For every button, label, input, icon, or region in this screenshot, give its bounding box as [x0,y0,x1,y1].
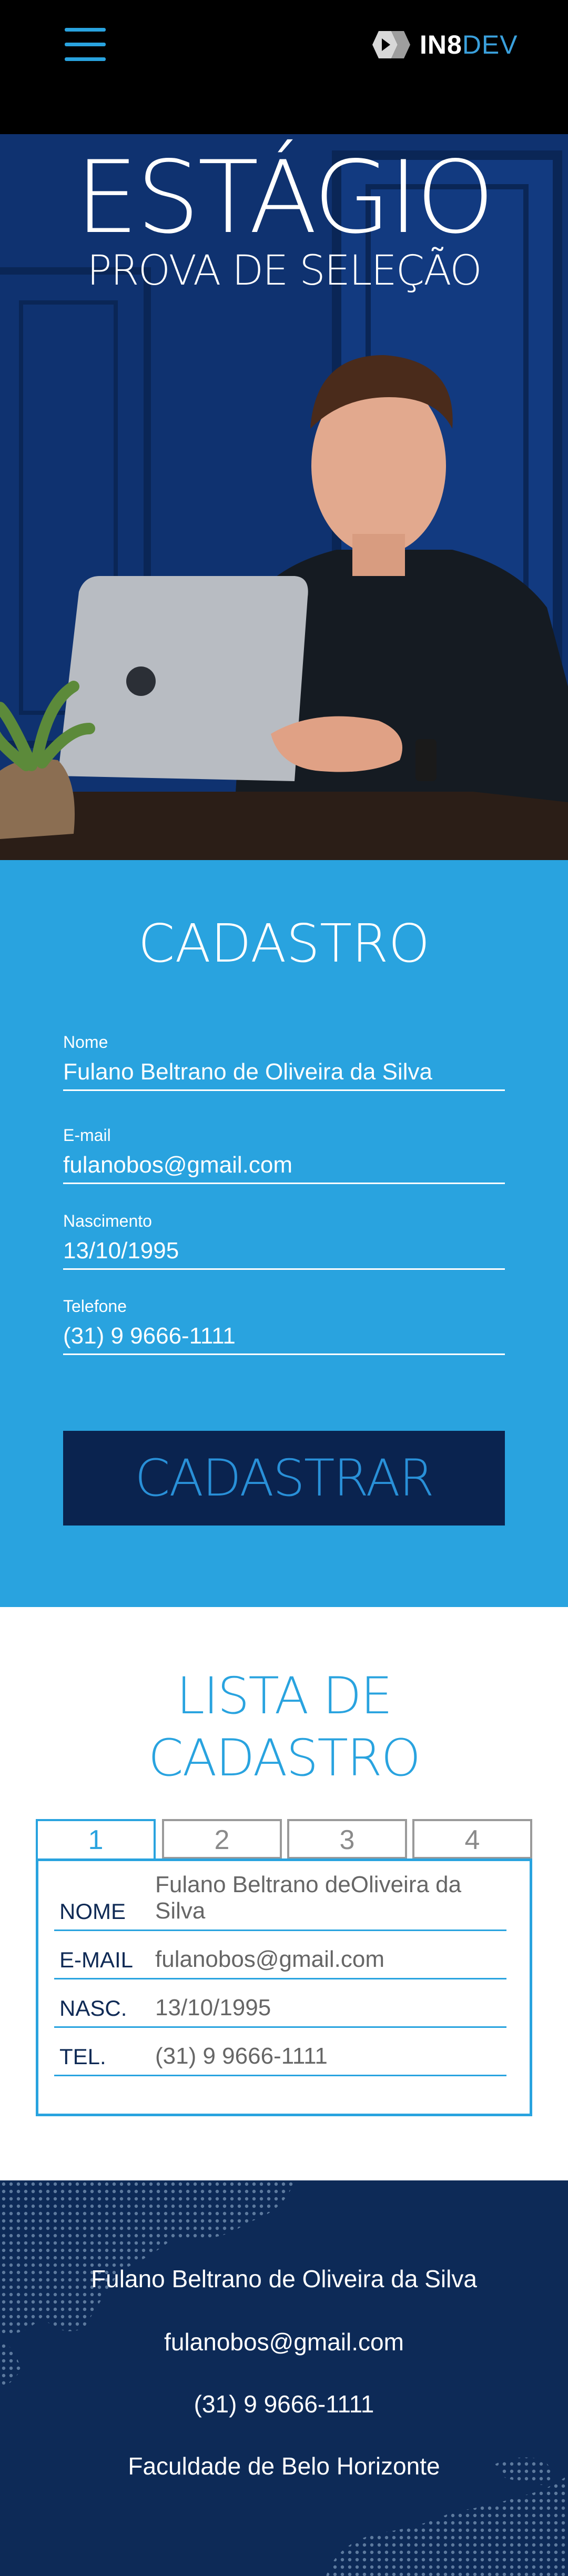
footer-name: Fulano Beltrano de Oliveira da Silva [91,2265,477,2292]
hero-banner: ESTÁGIO PROVA DE SELEÇÃO [0,134,568,860]
email-input[interactable] [63,1147,505,1184]
row-value: Fulano Beltrano deOliveira da Silva [155,1872,462,1924]
tab-1[interactable]: 1 [36,1819,156,1862]
record-row-birthdate: NASC. 13/10/1995 [54,1979,506,2028]
register-button[interactable]: CADASTRAR [63,1431,505,1526]
birthdate-field: Nascimento [63,1211,505,1270]
menu-line [65,57,106,61]
hero-title: ESTÁGIO [75,139,494,256]
row-label: E-MAIL [59,1947,134,1972]
top-bar: IN8DEV [0,0,568,134]
registration-title: CADASTRO [138,913,430,974]
field-label: Nascimento [63,1211,152,1230]
footer: Fulano Beltrano de Oliveira da Silva ful… [0,2180,568,2576]
tab-4[interactable]: 4 [412,1819,532,1859]
tab-3[interactable]: 3 [287,1819,407,1859]
registration-section: CADASTRO Nome E-mail Nascimento Telefone… [0,860,568,1607]
row-value: 13/10/1995 [155,1995,271,2021]
row-value: fulanobos@gmail.com [155,1946,384,1972]
logo-text: IN8DEV [420,30,518,59]
name-input[interactable] [63,1054,505,1091]
record-row-phone: TEL. (31) 9 9666-1111 [54,2027,506,2076]
field-label: Nome [63,1033,108,1052]
row-label: NOME [59,1899,126,1924]
in8dev-logo[interactable]: IN8DEV [368,29,518,60]
row-label: NASC. [59,1996,127,2021]
email-field: E-mail [63,1126,505,1184]
record-row-name: NOME Fulano Beltrano deOliveira da Silva [54,1872,506,1931]
menu-line [65,43,106,46]
phone-field: Telefone [63,1297,505,1355]
row-label: TEL. [59,2044,106,2069]
record-panel: NOME Fulano Beltrano deOliveira da Silva… [36,1858,532,2116]
registration-list-section: LISTA DE CADASTRO 1 2 3 4 NOME Fulano Be… [0,1607,568,2180]
tab-2[interactable]: 2 [162,1819,282,1859]
list-title-line1: LISTA DE [176,1666,393,1725]
menu-line [65,28,106,32]
list-title: LISTA DE CADASTRO [0,1665,568,1789]
world-map-dots-decoration [0,2180,568,2576]
phone-input[interactable] [63,1318,505,1355]
field-label: E-mail [63,1126,111,1145]
name-field: Nome [63,1033,505,1091]
hero-subtitle: PROVA DE SELEÇÃO [87,247,482,295]
footer-email: fulanobos@gmail.com [164,2328,404,2356]
record-row-email: E-MAIL fulanobos@gmail.com [54,1931,506,1979]
footer-school: Faculdade de Belo Horizonte [128,2452,440,2480]
field-label: Telefone [63,1297,127,1316]
birthdate-input[interactable] [63,1233,505,1270]
hamburger-menu-icon[interactable] [62,24,109,67]
row-value: (31) 9 9666-1111 [155,2043,328,2069]
logo-mark-icon [372,31,410,58]
footer-phone: (31) 9 9666-1111 [194,2390,374,2418]
list-title-line2: CADASTRO [148,1729,421,1787]
